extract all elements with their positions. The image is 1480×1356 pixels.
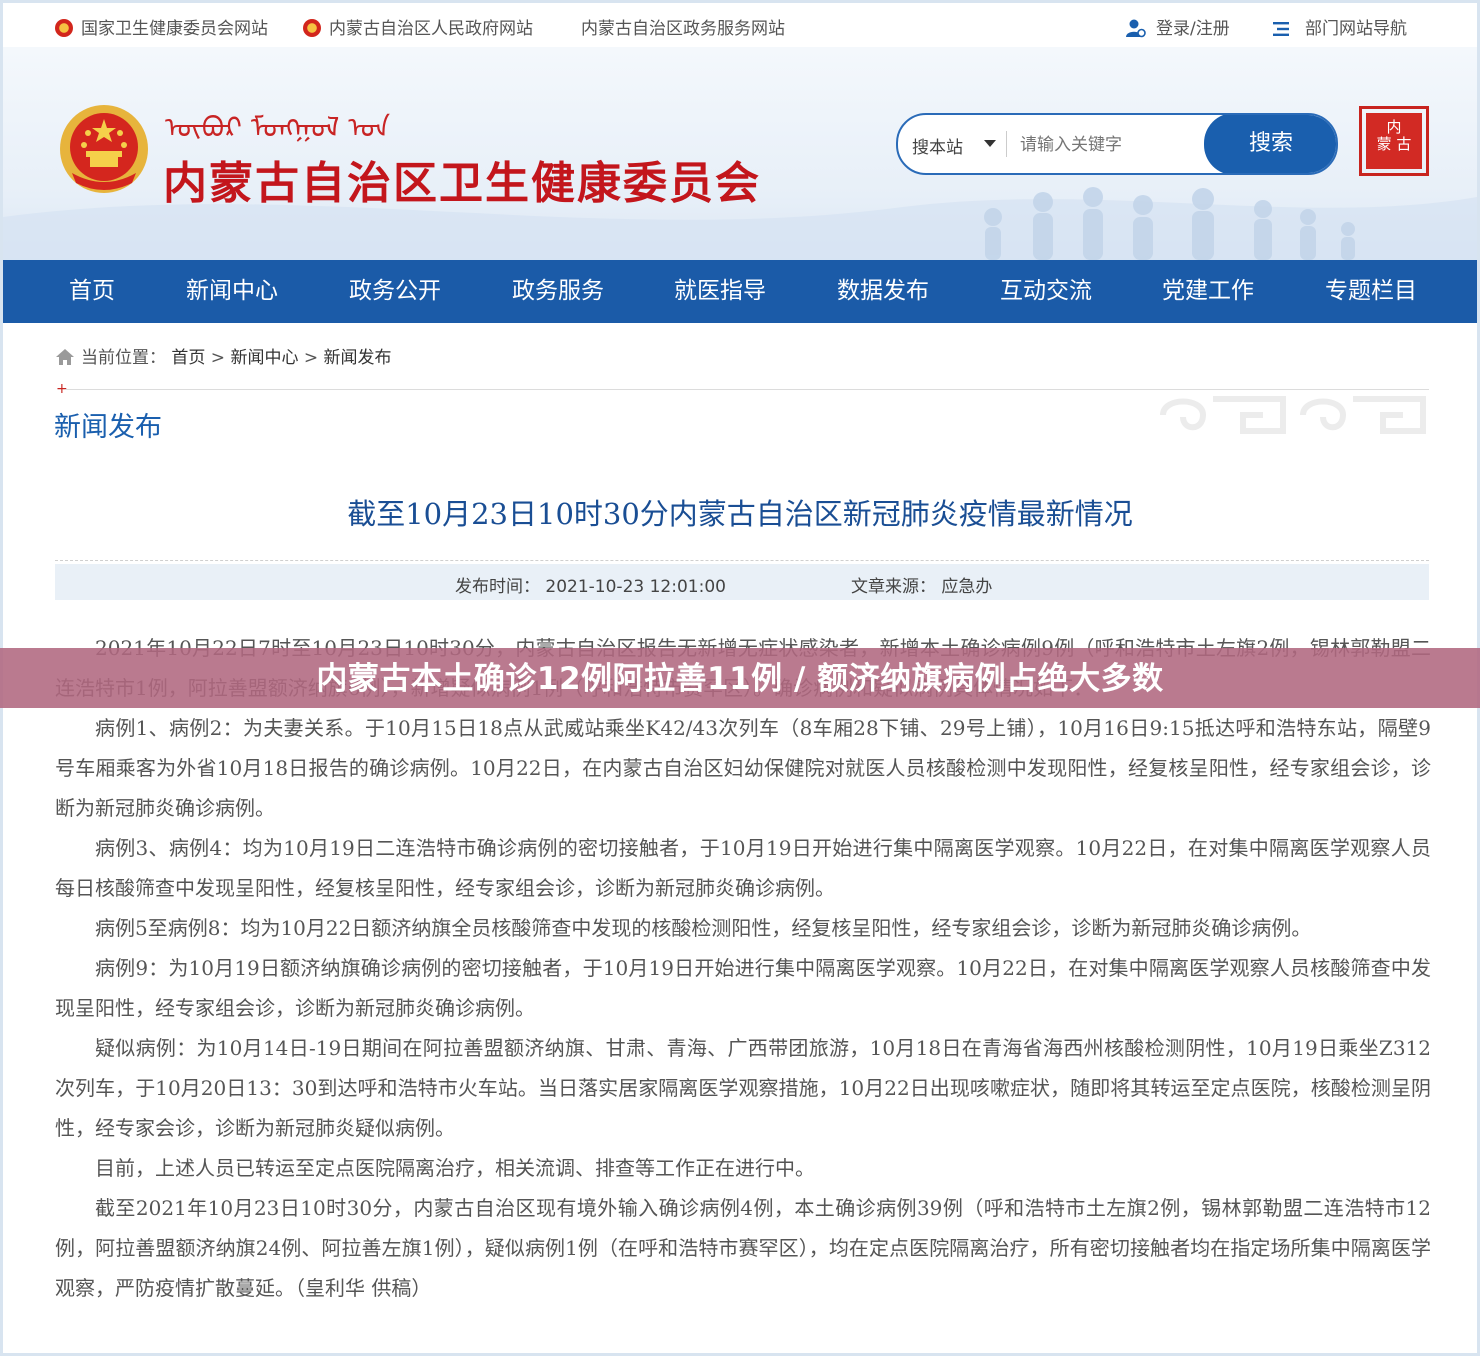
chevron-down-icon[interactable] — [984, 140, 996, 147]
headline-overlay-text: 内蒙古本土确诊12例阿拉善11例 / 额济纳旗病例占绝大多数 — [316, 661, 1164, 697]
article-paragraph: 病例5至病例8：均为10月22日额济纳旗全员核酸筛查中发现的核酸检测阳性，经复核… — [95, 916, 1312, 940]
breadcrumb-release[interactable]: 新闻发布 — [324, 348, 392, 368]
search-input[interactable] — [1018, 125, 1202, 165]
search-button[interactable]: 搜索 — [1204, 115, 1336, 173]
emblem-icon — [303, 19, 321, 37]
nav-item-gov-affairs[interactable]: 政务公开 — [349, 260, 441, 323]
national-emblem-icon — [60, 105, 148, 193]
breadcrumb-news[interactable]: 新闻中心 — [230, 348, 298, 368]
nav-item-special-topics[interactable]: 专题栏目 — [1325, 260, 1417, 323]
title-divider — [55, 560, 1429, 561]
article-paragraph: 病例9：为10月19日额济纳旗确诊病例的密切接触者，于10月19日开始进行集中隔… — [55, 956, 1431, 1020]
header-banner: ᠦᠪᠦᠷ ᠮᠣᠩᠭᠣᠯ ᠤᠨ 内蒙古自治区卫生健康委员会 搜本站 搜索 内蒙 古 — [3, 47, 1477, 260]
article-paragraph: 病例3、病例4：均为10月19日二连浩特市确诊病例的密切接触者，于10月19日开… — [55, 836, 1431, 900]
article-body: 2021年10月22日7时至10月23日10时30分，内蒙古自治区报告无新增无症… — [55, 628, 1431, 1308]
login-link[interactable]: 登录/注册 — [1126, 14, 1230, 39]
seal-logo-art: 内蒙 古 — [1366, 113, 1422, 169]
nav-item-medical-guide[interactable]: 就医指导 — [674, 260, 766, 323]
article-title: 截至10月23日10时30分内蒙古自治区新冠肺炎疫情最新情况 — [347, 497, 1133, 531]
article-paragraph: 病例1、病例2：为夫妻关系。于10月15日18点从武威站乘坐K42/43次列车（… — [55, 716, 1431, 820]
mongolian-title: ᠦᠪᠦᠷ ᠮᠣᠩᠭᠣᠯ ᠤᠨ — [165, 111, 391, 144]
emblem-icon — [55, 19, 73, 37]
breadcrumb-home[interactable]: 首页 — [171, 348, 205, 368]
service-link-label: 内蒙古自治区政务服务网站 — [581, 19, 785, 39]
site-title: 内蒙古自治区卫生健康委员会 — [163, 158, 761, 209]
list-icon — [1273, 22, 1289, 36]
breadcrumb-label: 当前位置： — [81, 348, 166, 368]
publish-time: 发布时间： 2021-10-23 12:01:00 — [455, 577, 726, 597]
breadcrumb: 当前位置： 首页 > 新闻中心 > 新闻发布 — [55, 343, 392, 368]
gov-link[interactable]: 内蒙古自治区人民政府网站 — [303, 14, 533, 39]
article-source: 文章来源： 应急办 — [851, 577, 993, 597]
gov-link-label: 内蒙古自治区人民政府网站 — [329, 19, 533, 39]
search-divider — [1006, 131, 1007, 157]
article-paragraph: 目前，上述人员已转运至定点医院隔离治疗，相关流调、排查等工作正在进行中。 — [95, 1156, 815, 1180]
dept-nav-label: 部门网站导航 — [1305, 19, 1407, 39]
nav-item-news[interactable]: 新闻中心 — [186, 260, 278, 323]
section-title: 新闻发布 — [54, 412, 162, 443]
pattern-decoration-icon — [1160, 396, 1426, 434]
main-nav: 首页 新闻中心 政务公开 政务服务 就医指导 数据发布 互动交流 党建工作 专题… — [3, 260, 1477, 323]
article-meta: 发布时间： 2021-10-23 12:01:00 文章来源： 应急办 — [55, 564, 1429, 600]
breadcrumb-separator: > — [298, 348, 324, 368]
headline-overlay: 内蒙古本土确诊12例阿拉善11例 / 额济纳旗病例占绝大多数 — [0, 648, 1480, 708]
nhc-link[interactable]: 国家卫生健康委员会网站 — [55, 14, 268, 39]
nhc-link-label: 国家卫生健康委员会网站 — [81, 19, 268, 39]
nav-item-data-release[interactable]: 数据发布 — [837, 260, 929, 323]
nav-item-gov-services[interactable]: 政务服务 — [512, 260, 604, 323]
service-link[interactable]: 内蒙古自治区政务服务网站 — [581, 14, 785, 39]
dept-nav-link[interactable]: 部门网站导航 — [1273, 14, 1407, 39]
search-scope-select[interactable]: 搜本站 — [912, 133, 963, 158]
login-label: 登录/注册 — [1156, 19, 1230, 39]
home-icon — [56, 349, 74, 365]
search-box: 搜本站 搜索 — [896, 113, 1338, 175]
article-paragraph: 截至2021年10月23日10时30分，内蒙古自治区现有境外输入确诊病例4例，本… — [55, 1196, 1431, 1300]
user-icon — [1126, 19, 1146, 38]
seal-logo: 内蒙 古 — [1359, 106, 1429, 176]
top-utility-bar: 国家卫生健康委员会网站 内蒙古自治区人民政府网站 内蒙古自治区政务服务网站 登录… — [3, 3, 1477, 47]
nav-item-interaction[interactable]: 互动交流 — [1000, 260, 1092, 323]
breadcrumb-separator: > — [205, 348, 231, 368]
article-paragraph: 疑似病例：为10月14日-19日期间在阿拉善盟额济纳旗、甘肃、青海、广西带团旅游… — [55, 1036, 1431, 1140]
nav-item-home[interactable]: 首页 — [69, 260, 115, 323]
nav-item-party-building[interactable]: 党建工作 — [1162, 260, 1254, 323]
